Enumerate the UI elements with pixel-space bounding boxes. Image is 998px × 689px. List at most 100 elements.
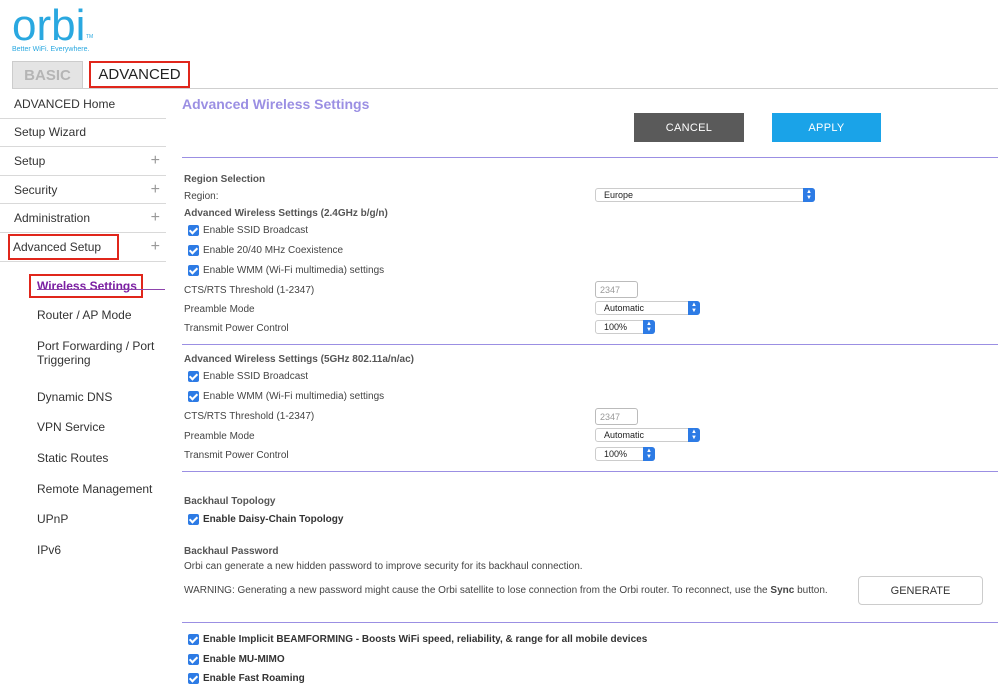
band5-preamble-select[interactable]: Automatic ▲ ▼ [595, 428, 700, 442]
band24-power-select[interactable]: 100% ▲ ▼ [595, 320, 655, 334]
checkbox-label: Enable Implicit BEAMFORMING - Boosts WiF… [203, 634, 648, 645]
sub-item-vpn-service[interactable]: VPN Service [37, 420, 105, 434]
checkbox-label: Enable SSID Broadcast [203, 371, 309, 382]
active-underline [37, 289, 165, 290]
backhaul-password-description: Orbi can generate a new hidden password … [184, 561, 583, 572]
sidebar-item-label: Administration [14, 211, 91, 226]
region-select[interactable]: Europe ▲ ▼ [595, 188, 815, 202]
expand-plus-icon[interactable]: + [151, 152, 160, 170]
select-arrows-icon: ▲ ▼ [688, 428, 700, 442]
band24-preamble-select[interactable]: Automatic ▲ ▼ [595, 301, 700, 315]
sidebar-item-advanced-home[interactable]: ADVANCED Home [0, 90, 166, 119]
band5-wmm-checkbox[interactable]: Enable WMM (Wi-Fi multimedia) settings [188, 391, 384, 402]
band5-power-select[interactable]: 100% ▲ ▼ [595, 447, 655, 461]
select-arrows-icon: ▲ ▼ [643, 447, 655, 461]
checkbox-checked-icon [188, 673, 199, 684]
sidebar-item-setup[interactable]: Setup + [0, 147, 166, 176]
expand-plus-icon[interactable]: + [151, 209, 160, 227]
band24-ssid-broadcast-checkbox[interactable]: Enable SSID Broadcast [188, 225, 308, 236]
sub-item-wireless-settings-wrap: Wireless Settings [29, 274, 143, 298]
band5-cts-label: CTS/RTS Threshold (1-2347) [184, 411, 315, 422]
checkbox-checked-icon [188, 654, 199, 665]
logo-tagline: Better WiFi. Everywhere. [12, 46, 90, 53]
checkbox-label: Enable 20/40 MHz Coexistence [203, 245, 344, 256]
logo-word: orbi [12, 1, 86, 50]
expand-plus-icon[interactable]: + [151, 181, 160, 199]
band24-cts-input[interactable]: 2347 [595, 281, 638, 298]
band5-cts-input[interactable]: 2347 [595, 408, 638, 425]
generate-button[interactable]: GENERATE [858, 576, 983, 605]
sidebar-item-label: Security [14, 182, 58, 197]
sidebar-item-label: ADVANCED Home [14, 96, 116, 111]
checkbox-label: Enable MU-MIMO [203, 654, 285, 665]
sidebar-item-label: Setup Wizard [14, 125, 87, 140]
expand-plus-icon[interactable]: + [151, 238, 160, 256]
band5-ssid-broadcast-checkbox[interactable]: Enable SSID Broadcast [188, 371, 308, 382]
checkbox-checked-icon [188, 225, 199, 236]
page-title: Advanced Wireless Settings [182, 96, 370, 112]
section-divider [182, 471, 998, 472]
band24-power-value: 100% [604, 322, 628, 332]
section-divider [182, 622, 998, 623]
tab-divider [12, 88, 998, 89]
checkbox-checked-icon [188, 514, 199, 525]
backhaul-warning-text: WARNING: Generating a new password might… [184, 585, 828, 596]
sidebar-item-label: Advanced Setup [8, 233, 120, 260]
sub-item-dynamic-dns[interactable]: Dynamic DNS [37, 390, 112, 404]
mu-mimo-checkbox[interactable]: Enable MU-MIMO [188, 654, 285, 665]
sidebar: ADVANCED Home Setup Wizard Setup + Securi… [0, 90, 166, 262]
band24-preamble-label: Preamble Mode [184, 304, 255, 315]
sub-item-router-ap-mode[interactable]: Router / AP Mode [37, 308, 132, 322]
region-section-heading: Region Selection [184, 174, 266, 185]
sub-item-ipv6[interactable]: IPv6 [37, 543, 61, 557]
sidebar-item-label: Setup [14, 153, 46, 168]
mode-tabs: BASIC ADVANCED [12, 61, 190, 88]
region-select-value: Europe [604, 190, 634, 200]
checkbox-checked-icon [188, 391, 199, 402]
band5-power-value: 100% [604, 449, 628, 459]
sidebar-item-setup-wizard[interactable]: Setup Wizard [0, 119, 166, 148]
sub-item-wireless-settings[interactable]: Wireless Settings [29, 274, 143, 298]
beamforming-checkbox[interactable]: Enable Implicit BEAMFORMING - Boosts WiF… [188, 634, 647, 645]
checkbox-label: Enable Fast Roaming [203, 673, 305, 684]
band24-cts-label: CTS/RTS Threshold (1-2347) [184, 285, 315, 296]
daisy-chain-checkbox[interactable]: Enable Daisy-Chain Topology [188, 514, 343, 525]
checkbox-label: Enable SSID Broadcast [203, 225, 309, 236]
logo-trademark: TM [86, 34, 94, 40]
checkbox-checked-icon [188, 265, 199, 276]
region-label: Region: [184, 191, 219, 202]
warning-text-post: button. [794, 585, 828, 596]
sub-item-port-forwarding[interactable]: Port Forwarding / Port Triggering [37, 339, 157, 367]
warning-text-pre: WARNING: Generating a new password might… [184, 585, 771, 596]
sidebar-item-administration[interactable]: Administration + [0, 204, 166, 233]
section-divider [182, 344, 998, 345]
tab-advanced[interactable]: ADVANCED [89, 61, 190, 88]
apply-button[interactable]: APPLY [772, 113, 881, 142]
band5-section-heading: Advanced Wireless Settings (5GHz 802.11a… [184, 354, 415, 365]
checkbox-label: Enable Daisy-Chain Topology [203, 514, 344, 525]
orbi-logo: orbi TM Better WiFi. Everywhere. [12, 1, 93, 54]
tab-basic[interactable]: BASIC [12, 61, 83, 88]
select-arrows-icon: ▲ ▼ [688, 301, 700, 315]
checkbox-checked-icon [188, 245, 199, 256]
checkbox-label: Enable WMM (Wi-Fi multimedia) settings [203, 391, 385, 402]
sub-item-remote-management[interactable]: Remote Management [37, 482, 152, 496]
fast-roaming-checkbox[interactable]: Enable Fast Roaming [188, 673, 305, 684]
band24-coexistence-checkbox[interactable]: Enable 20/40 MHz Coexistence [188, 245, 343, 256]
checkbox-label: Enable WMM (Wi-Fi multimedia) settings [203, 265, 385, 276]
checkbox-checked-icon [188, 634, 199, 645]
checkbox-checked-icon [188, 371, 199, 382]
sidebar-item-advanced-setup[interactable]: Advanced Setup + [0, 233, 166, 262]
sub-item-static-routes[interactable]: Static Routes [37, 451, 108, 465]
band5-preamble-label: Preamble Mode [184, 431, 255, 442]
sidebar-item-security[interactable]: Security + [0, 176, 166, 205]
band24-preamble-value: Automatic [604, 303, 645, 313]
backhaul-password-heading: Backhaul Password [184, 546, 279, 557]
sub-item-upnp[interactable]: UPnP [37, 512, 68, 526]
band24-power-label: Transmit Power Control [184, 323, 289, 334]
select-arrows-icon: ▲ ▼ [803, 188, 815, 202]
cancel-button[interactable]: CANCEL [634, 113, 744, 142]
band24-wmm-checkbox[interactable]: Enable WMM (Wi-Fi multimedia) settings [188, 265, 384, 276]
section-divider [182, 157, 998, 158]
band24-section-heading: Advanced Wireless Settings (2.4GHz b/g/n… [184, 208, 388, 219]
